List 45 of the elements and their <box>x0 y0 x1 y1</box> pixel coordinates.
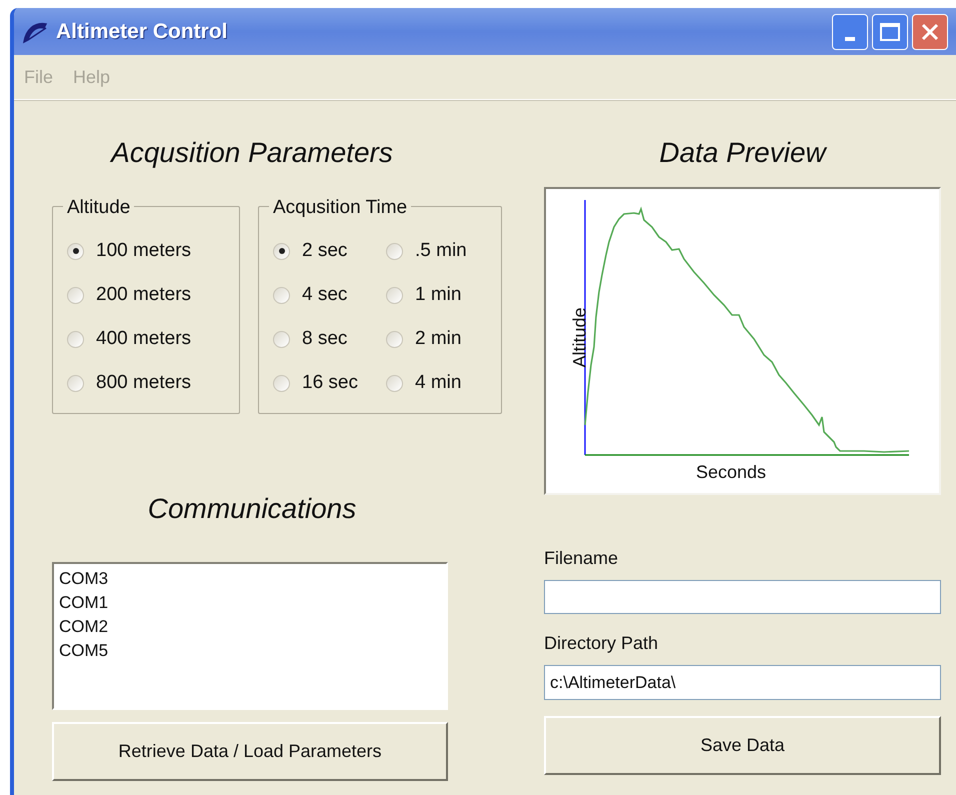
port-list[interactable]: COM3 COM1 COM2 COM5 <box>52 562 448 710</box>
radio-option[interactable]: 2 sec <box>273 229 374 273</box>
radio-option[interactable]: 4 sec <box>273 273 374 317</box>
save-button[interactable]: Save Data <box>544 716 941 775</box>
section-heading: Communications <box>146 492 358 526</box>
radio-button[interactable] <box>386 242 403 260</box>
radio-button[interactable] <box>386 330 403 348</box>
list-item[interactable]: COM1 <box>59 591 441 615</box>
section-heading: Data Preview <box>658 136 828 170</box>
directory-field[interactable]: c:\AltimeterData\ <box>544 665 941 700</box>
window-title: Altimeter Control <box>56 18 228 45</box>
radio-option[interactable]: 8 sec <box>273 317 374 361</box>
radio-button[interactable] <box>386 374 403 392</box>
list-item[interactable]: COM3 <box>59 567 441 591</box>
radio-button[interactable] <box>386 286 403 304</box>
x-axis-label: Seconds <box>696 461 766 484</box>
radio-option[interactable]: 200 meters <box>67 273 225 317</box>
radio-option[interactable]: 100 meters <box>67 229 225 273</box>
list-item[interactable]: COM5 <box>59 639 441 663</box>
radio-option[interactable]: 1 min <box>386 273 487 317</box>
close-icon <box>920 22 940 42</box>
radio-option[interactable]: 800 meters <box>67 361 225 405</box>
radio-button[interactable] <box>67 286 84 304</box>
close-button[interactable] <box>912 14 948 50</box>
radio-button[interactable] <box>273 374 290 392</box>
radio-option[interactable]: 4 min <box>386 361 487 405</box>
radio-option[interactable]: .5 min <box>386 229 487 273</box>
filename-field[interactable] <box>544 580 941 614</box>
y-axis-label: Altitude <box>568 307 591 368</box>
filename-label: Filename <box>544 547 620 570</box>
radio-option[interactable]: 16 sec <box>273 361 374 405</box>
section-heading: Acqusition Parameters <box>108 136 394 170</box>
radio-button[interactable] <box>273 242 290 260</box>
minimize-button[interactable] <box>832 14 868 50</box>
list-item[interactable]: COM2 <box>59 615 441 639</box>
radio-option[interactable]: 2 min <box>386 317 487 361</box>
radio-button[interactable] <box>67 330 84 348</box>
maximize-button[interactable] <box>872 14 908 50</box>
radio-button[interactable] <box>273 330 290 348</box>
radio-button[interactable] <box>273 286 290 304</box>
radio-button[interactable] <box>67 374 84 392</box>
directory-label: Directory Path <box>544 632 660 655</box>
radio-button[interactable] <box>67 242 84 260</box>
radio-option[interactable]: 400 meters <box>67 317 225 361</box>
retrieve-button[interactable]: Retrieve Data / Load Parameters <box>52 722 448 781</box>
